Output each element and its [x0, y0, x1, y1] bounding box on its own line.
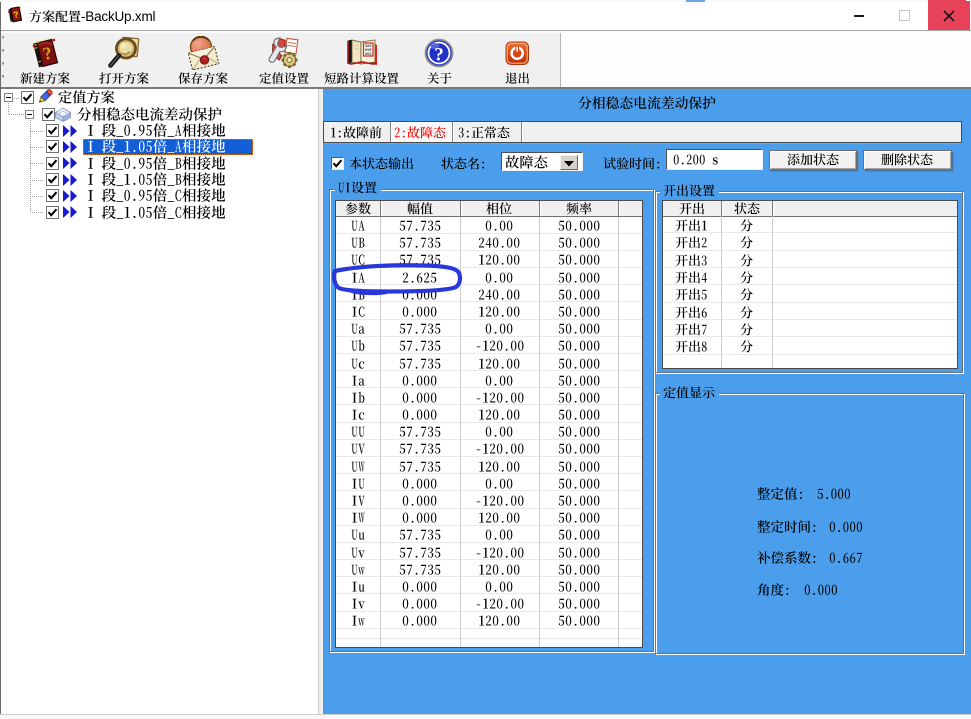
- svg-text:?: ?: [434, 45, 444, 66]
- svg-text:X55: X55: [365, 53, 371, 57]
